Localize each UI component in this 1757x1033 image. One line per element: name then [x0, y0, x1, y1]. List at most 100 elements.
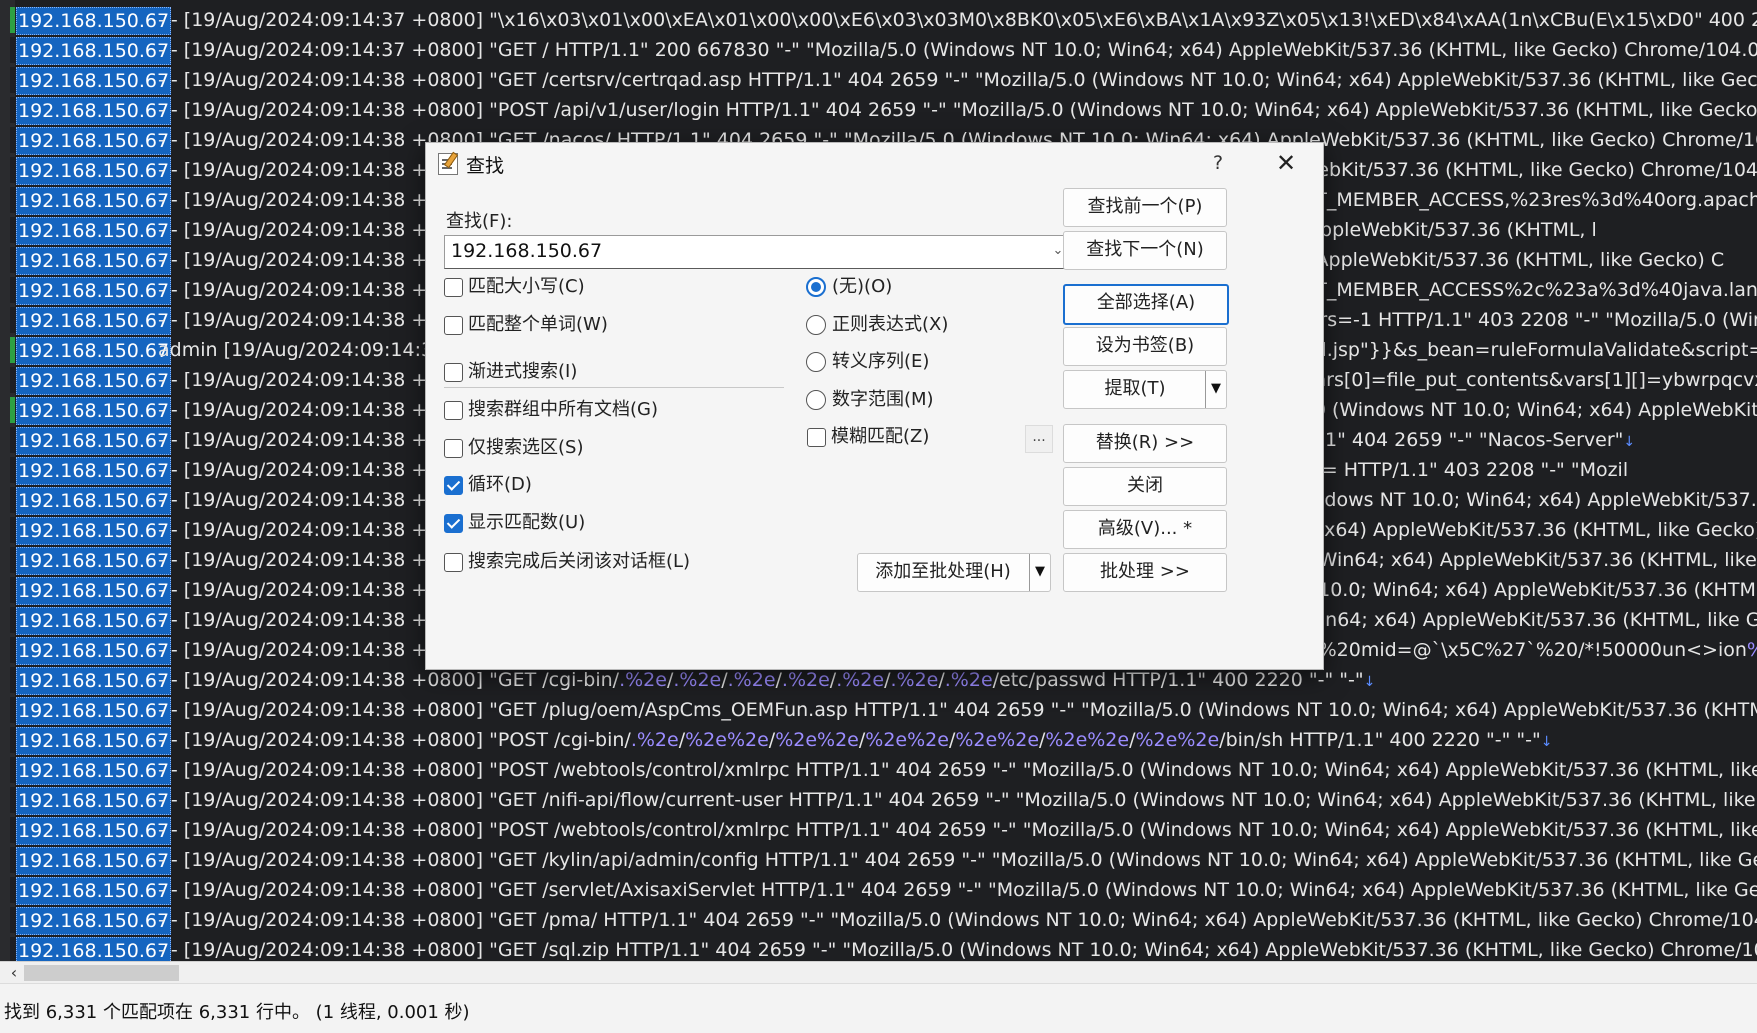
fuzzy-options-button[interactable]: ...: [1025, 425, 1053, 453]
log-line[interactable]: 192.168.150.67- - [19/Aug/2024:09:14:38 …: [0, 905, 1757, 935]
match-highlight[interactable]: 192.168.150.67: [16, 667, 172, 695]
dropdown-arrow-icon[interactable]: ▼: [1029, 554, 1050, 591]
match-highlight[interactable]: 192.168.150.67: [16, 487, 172, 515]
match-highlight[interactable]: 192.168.150.67: [16, 337, 172, 365]
log-segment: /etc/passwd HTTP/1.1" 400 2220 "-" "-": [992, 669, 1364, 691]
match-highlight[interactable]: 192.168.150.67: [16, 397, 172, 425]
scrollbar-thumb[interactable]: [24, 965, 179, 981]
status-text: 找到 6,331 个匹配项在 6,331 行中。 (1 线程, 0.001 秒): [4, 1002, 470, 1023]
change-marker: [10, 7, 15, 33]
help-button[interactable]: ?: [1203, 149, 1233, 177]
advanced-button[interactable]: 高级(V)... *: [1063, 510, 1227, 549]
match-highlight[interactable]: 192.168.150.67: [16, 607, 172, 635]
select-all-button[interactable]: 全部选择(A): [1063, 284, 1229, 325]
match-highlight[interactable]: 192.168.150.67: [16, 637, 172, 665]
checkbox[interactable]: [444, 363, 463, 382]
match-highlight[interactable]: 192.168.150.67: [16, 877, 172, 905]
checkbox-checked[interactable]: [444, 514, 463, 533]
status-bar: 找到 6,331 个匹配项在 6,331 行中。 (1 线程, 0.001 秒): [0, 983, 1757, 1033]
log-segment: - - [19/Aug/2024:09:14:37 +0800] "GET / …: [158, 39, 1757, 61]
match-highlight[interactable]: 192.168.150.67: [16, 217, 172, 245]
match-highlight[interactable]: 192.168.150.67: [16, 427, 172, 455]
log-segment: - - [19/Aug/2024:09:14:38 +0800] "GET /c…: [158, 669, 620, 691]
match-highlight[interactable]: 192.168.150.67: [16, 697, 172, 725]
log-line[interactable]: 192.168.150.67- - [19/Aug/2024:09:14:38 …: [0, 725, 1757, 755]
match-highlight[interactable]: 192.168.150.67: [16, 127, 172, 155]
log-line[interactable]: 192.168.150.67- - [19/Aug/2024:09:14:38 …: [0, 785, 1757, 815]
log-text: - - [19/Aug/2024:09:14:38 +0800] "POST /…: [158, 815, 1757, 845]
match-highlight[interactable]: 192.168.150.67: [16, 787, 172, 815]
match-highlight[interactable]: 192.168.150.67: [16, 457, 172, 485]
extract-button[interactable]: 提取(T) ▼: [1063, 370, 1227, 409]
radio-selected[interactable]: [806, 277, 826, 297]
log-line[interactable]: 192.168.150.67- - [19/Aug/2024:09:14:37 …: [0, 5, 1757, 35]
change-marker: [10, 457, 15, 483]
close-icon[interactable]: ✕: [1269, 147, 1303, 179]
checkbox[interactable]: [444, 401, 463, 420]
log-line[interactable]: 192.168.150.67- - [19/Aug/2024:09:14:38 …: [0, 845, 1757, 875]
match-highlight[interactable]: 192.168.150.67: [16, 577, 172, 605]
match-highlight[interactable]: 192.168.150.67: [16, 757, 172, 785]
match-highlight[interactable]: 192.168.150.67: [16, 277, 172, 305]
line-end-arrow-icon: ↓: [1540, 734, 1553, 750]
match-highlight[interactable]: 192.168.150.67: [16, 7, 172, 35]
find-prev-button[interactable]: 查找前一个(P): [1063, 188, 1227, 227]
log-segment: .%2e: [619, 669, 667, 691]
log-line[interactable]: 192.168.150.67- - [19/Aug/2024:09:14:38 …: [0, 875, 1757, 905]
match-highlight[interactable]: 192.168.150.67: [16, 307, 172, 335]
match-highlight[interactable]: 192.168.150.67: [16, 37, 172, 65]
bookmark-button[interactable]: 设为书签(B): [1063, 327, 1227, 366]
match-highlight[interactable]: 192.168.150.67: [16, 67, 172, 95]
match-highlight[interactable]: 192.168.150.67: [16, 187, 172, 215]
log-segment: /1.1" 404 2659 "-" "Nacos-Server": [1300, 429, 1624, 451]
log-text: - - [19/Aug/2024:09:14:38 +0800] "GET /p…: [158, 695, 1757, 725]
checkbox[interactable]: [444, 316, 463, 335]
log-text: - - [19/Aug/2024:09:14:38 +0800] "POST /…: [158, 725, 1553, 757]
horizontal-scrollbar[interactable]: ‹: [0, 961, 1757, 984]
radio[interactable]: [806, 315, 826, 335]
dialog-titlebar[interactable]: 查找 ? ✕: [426, 143, 1323, 183]
change-marker: [10, 817, 15, 843]
find-input[interactable]: 192.168.150.67 ⌄: [444, 235, 1073, 269]
find-next-button[interactable]: 查找下一个(N): [1063, 231, 1227, 270]
change-marker: [10, 607, 15, 633]
match-highlight[interactable]: 192.168.150.67: [16, 907, 172, 935]
find-input-value[interactable]: 192.168.150.67: [451, 240, 602, 262]
log-line[interactable]: 192.168.150.67- - [19/Aug/2024:09:14:38 …: [0, 695, 1757, 725]
log-line[interactable]: 192.168.150.67- - [19/Aug/2024:09:14:38 …: [0, 65, 1757, 95]
log-text: - - [19/Aug/2024:09:14:38 +0800] "GET /p…: [158, 905, 1757, 935]
match-highlight[interactable]: 192.168.150.67: [16, 547, 172, 575]
log-line[interactable]: 192.168.150.67- - [19/Aug/2024:09:14:38 …: [0, 95, 1757, 125]
log-line[interactable]: 192.168.150.67- - [19/Aug/2024:09:14:38 …: [0, 755, 1757, 785]
close-button[interactable]: 关闭: [1063, 467, 1227, 506]
add-to-batch-button[interactable]: 添加至批处理(H) ▼: [857, 553, 1051, 592]
match-highlight[interactable]: 192.168.150.67: [16, 937, 172, 961]
batch-button[interactable]: 批处理 >>: [1063, 553, 1227, 592]
find-label: 查找(F):: [446, 211, 513, 232]
match-highlight[interactable]: 192.168.150.67: [16, 157, 172, 185]
checkbox-checked[interactable]: [444, 476, 463, 495]
checkbox[interactable]: [807, 428, 826, 447]
change-marker: [10, 517, 15, 543]
match-highlight[interactable]: 192.168.150.67: [16, 817, 172, 845]
checkbox[interactable]: [444, 278, 463, 297]
scroll-left-icon[interactable]: ‹: [6, 964, 22, 982]
match-highlight[interactable]: 192.168.150.67: [16, 247, 172, 275]
match-highlight[interactable]: 192.168.150.67: [16, 97, 172, 125]
radio[interactable]: [806, 352, 826, 372]
match-highlight[interactable]: 192.168.150.67: [16, 847, 172, 875]
checkbox[interactable]: [444, 553, 463, 572]
replace-button[interactable]: 替换(R) >>: [1063, 424, 1227, 463]
checkbox[interactable]: [444, 439, 463, 458]
radio[interactable]: [806, 390, 826, 410]
log-line[interactable]: 192.168.150.67- - [19/Aug/2024:09:14:38 …: [0, 815, 1757, 845]
change-marker: [10, 937, 15, 961]
match-highlight[interactable]: 192.168.150.67: [16, 367, 172, 395]
change-marker: [10, 427, 15, 453]
dropdown-arrow-icon[interactable]: ▼: [1205, 371, 1226, 408]
match-highlight[interactable]: 192.168.150.67: [16, 727, 172, 755]
match-highlight[interactable]: 192.168.150.67: [16, 517, 172, 545]
log-line[interactable]: 192.168.150.67- - [19/Aug/2024:09:14:37 …: [0, 35, 1757, 65]
log-segment: - - [19/Aug/2024:09:14:38 +0800] "GET /k…: [158, 849, 1757, 871]
change-marker: [10, 187, 15, 213]
